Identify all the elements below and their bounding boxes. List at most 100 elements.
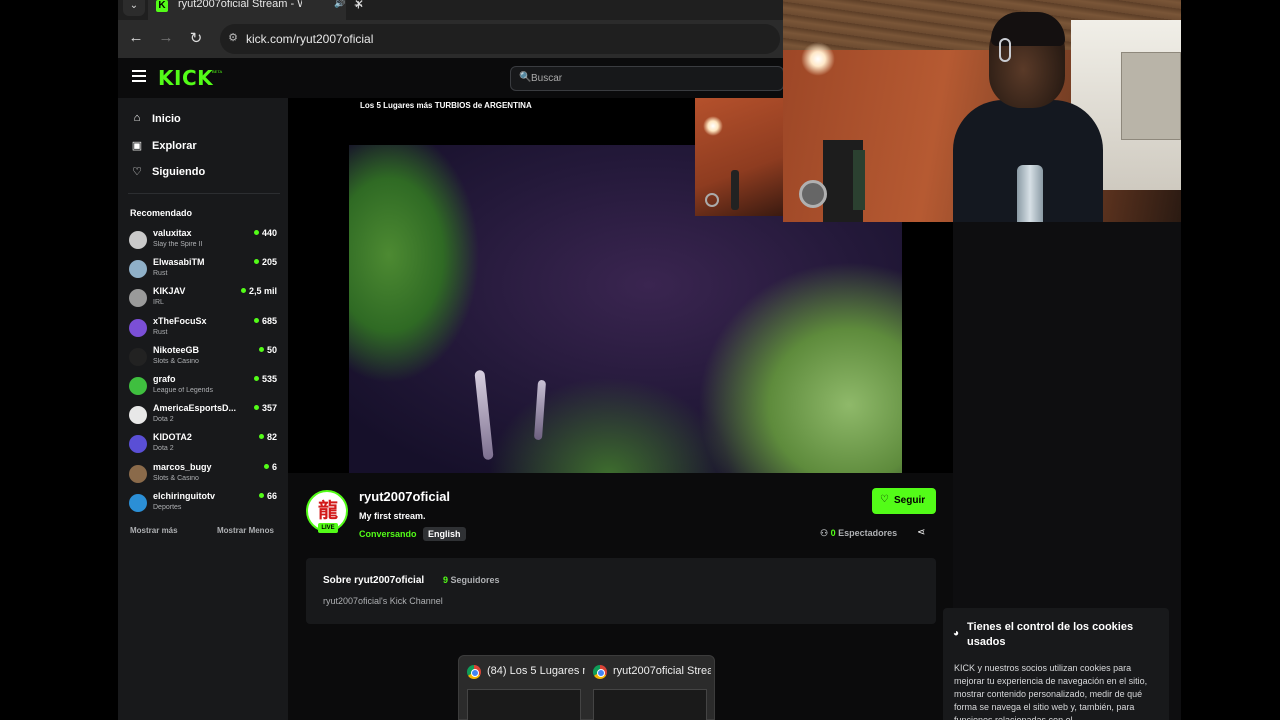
menu-icon[interactable] bbox=[132, 70, 146, 82]
channel-name: elchiringuitotv bbox=[153, 490, 216, 501]
channel-category: Slots & Casino bbox=[153, 357, 199, 365]
recommended-channel[interactable]: marcos_bugy Slots & Casino 6 bbox=[129, 462, 277, 488]
tab-search-button[interactable]: ⌄ bbox=[123, 0, 145, 16]
about-panel: Sobre ryut2007oficial 9 Seguidores ryut2… bbox=[306, 558, 936, 624]
kick-logo[interactable]: KICK bbox=[158, 66, 213, 90]
channel-category: Slay the Spire II bbox=[153, 241, 203, 248]
heart-icon: ♡ bbox=[132, 166, 142, 178]
avatar bbox=[129, 318, 147, 337]
sidebar-item-label: Explorar bbox=[152, 140, 197, 152]
recommended-channel[interactable]: AmericaEsportsD... Dota 2 357 bbox=[129, 403, 277, 429]
follow-button[interactable]: ♡ Seguir bbox=[872, 488, 936, 514]
webcam-overlay bbox=[783, 0, 1181, 222]
channel-name: grafo bbox=[153, 374, 176, 384]
viewer-count: 6 bbox=[263, 461, 277, 472]
channel-name: AmericaEsportsD... bbox=[153, 403, 237, 414]
show-less-link[interactable]: Mostrar Menos bbox=[217, 526, 274, 535]
show-more-link[interactable]: Mostrar más bbox=[130, 526, 178, 535]
viewer-count-number: 205 bbox=[261, 257, 277, 268]
channel-name: KIDOTA2 bbox=[153, 432, 192, 443]
stream-title: My first stream. bbox=[359, 511, 426, 521]
obs-logo-icon bbox=[799, 180, 827, 208]
reload-icon[interactable]: ↻ bbox=[187, 29, 205, 47]
address-bar[interactable]: ⚙ kick.com/ryut2007oficial bbox=[220, 24, 780, 54]
sidebar-item-label: Siguiendo bbox=[152, 166, 206, 178]
recommended-channel[interactable]: xTheFocuSx Rust 685 bbox=[129, 316, 277, 342]
avatar bbox=[129, 464, 147, 483]
lamp-light bbox=[703, 116, 723, 136]
chrome-icon bbox=[593, 665, 607, 679]
speaker-icon[interactable]: 🔊 bbox=[334, 0, 345, 9]
channel-category: Rust bbox=[153, 328, 168, 336]
recommended-channel[interactable]: elchiringuitotv Deportes 66 bbox=[129, 491, 277, 517]
avatar bbox=[129, 231, 147, 249]
avatar bbox=[129, 406, 147, 425]
about-description: ryut2007oficial's Kick Channel bbox=[323, 596, 443, 606]
back-icon[interactable]: ← bbox=[127, 29, 145, 46]
screen: ⌄ K ryut2007oficial Stream - Watch Live … bbox=[0, 0, 1280, 720]
stream-overlay-caption: Los 5 Lugares más TURBIOS de ARGENTINA bbox=[360, 101, 532, 110]
site-info-icon[interactable]: ⚙ bbox=[226, 31, 240, 45]
viewer-count: 50 bbox=[258, 344, 277, 355]
viewer-count-number: 82 bbox=[266, 432, 277, 443]
headset bbox=[999, 38, 1011, 62]
kick-header: KICK BETA 🔍 Buscar bbox=[118, 58, 784, 98]
cookie-title: Tienes el control de los cookies usados bbox=[967, 621, 1134, 648]
channel-name[interactable]: ryut2007oficial bbox=[359, 489, 450, 504]
water-bottle bbox=[1017, 165, 1043, 222]
live-dot-icon bbox=[253, 317, 259, 323]
followers-label: Seguidores bbox=[450, 575, 500, 585]
viewer-count: 685 bbox=[253, 315, 277, 326]
new-tab-button[interactable]: + bbox=[354, 0, 363, 14]
share-icon[interactable]: ⋖ bbox=[917, 527, 925, 538]
channel-name: marcos_bugy bbox=[153, 461, 212, 472]
avatar bbox=[129, 435, 147, 454]
viewer-count: ⚇ 0 Espectadores bbox=[820, 528, 897, 539]
avatar bbox=[129, 289, 147, 308]
recommended-channel[interactable]: NikoteeGB Slots & Casino 50 bbox=[129, 345, 277, 371]
recommended-channel[interactable]: valuxitax Slay the Spire II 440 bbox=[129, 228, 277, 254]
viewer-count-number: 50 bbox=[266, 344, 277, 355]
stream-category[interactable]: Conversando bbox=[359, 529, 417, 539]
channel-category: Dota 2 bbox=[153, 416, 174, 424]
recommended-channel[interactable]: ElwasabiTM Rust 205 bbox=[129, 257, 277, 283]
viewer-count: 82 bbox=[258, 432, 277, 443]
taskbar-preview-item[interactable]: (84) Los 5 Lugares más TURBIOS de ARGENT… bbox=[467, 664, 585, 720]
kitchen-cabinet bbox=[1121, 52, 1181, 140]
live-dot-icon bbox=[253, 230, 259, 235]
language-tag[interactable]: English bbox=[423, 527, 466, 541]
kick-favicon-icon: K bbox=[156, 0, 168, 12]
taskbar-preview-item[interactable]: ryut2007oficial Stream - Watch Live on K… bbox=[593, 664, 711, 720]
browser-toolbar: ← → ↻ ⚙ kick.com/ryut2007oficial bbox=[118, 20, 784, 58]
viewer-count: 535 bbox=[253, 374, 277, 384]
channel-name: NikoteeGB bbox=[153, 344, 200, 355]
channel-category: Slots & Casino bbox=[153, 474, 199, 482]
viewer-count: 440 bbox=[253, 228, 277, 238]
compass-icon: ▣ bbox=[131, 140, 143, 152]
viewer-count-number: 535 bbox=[261, 374, 277, 384]
viewer-count: 66 bbox=[258, 491, 277, 501]
viewer-count-number: 685 bbox=[261, 315, 277, 326]
followers-count: 9 Seguidores bbox=[443, 575, 500, 585]
channel-name: KIKJAV bbox=[153, 286, 186, 297]
search-input[interactable]: 🔍 Buscar bbox=[510, 66, 784, 91]
viewer-count: 357 bbox=[253, 403, 277, 413]
sidebar-item-label: Inicio bbox=[152, 113, 181, 125]
picture-in-picture-cam bbox=[695, 98, 783, 216]
cookie-text: KICK y nuestros socios utilizan cookies … bbox=[954, 663, 1148, 720]
live-dot-icon bbox=[258, 434, 264, 440]
browser-tab[interactable]: K ryut2007oficial Stream - Watch Live on… bbox=[148, 0, 364, 20]
avatar bbox=[129, 493, 147, 512]
live-dot-icon bbox=[263, 463, 269, 469]
avatar bbox=[129, 377, 147, 395]
recommended-channel[interactable]: KIKJAV IRL 2,5 mil bbox=[129, 286, 277, 312]
recommended-channel[interactable]: grafo League of Legends 535 bbox=[129, 374, 277, 400]
viewer-count-number: 6 bbox=[271, 461, 277, 472]
recommended-channel[interactable]: KIDOTA2 Dota 2 82 bbox=[129, 432, 277, 458]
forward-icon[interactable]: → bbox=[157, 29, 175, 46]
live-dot-icon bbox=[258, 492, 264, 498]
about-title: Sobre ryut2007oficial bbox=[323, 575, 425, 586]
follow-label: Seguir bbox=[894, 495, 926, 506]
live-dot-icon bbox=[253, 376, 259, 381]
recommended-title: Recomendado bbox=[130, 208, 193, 218]
